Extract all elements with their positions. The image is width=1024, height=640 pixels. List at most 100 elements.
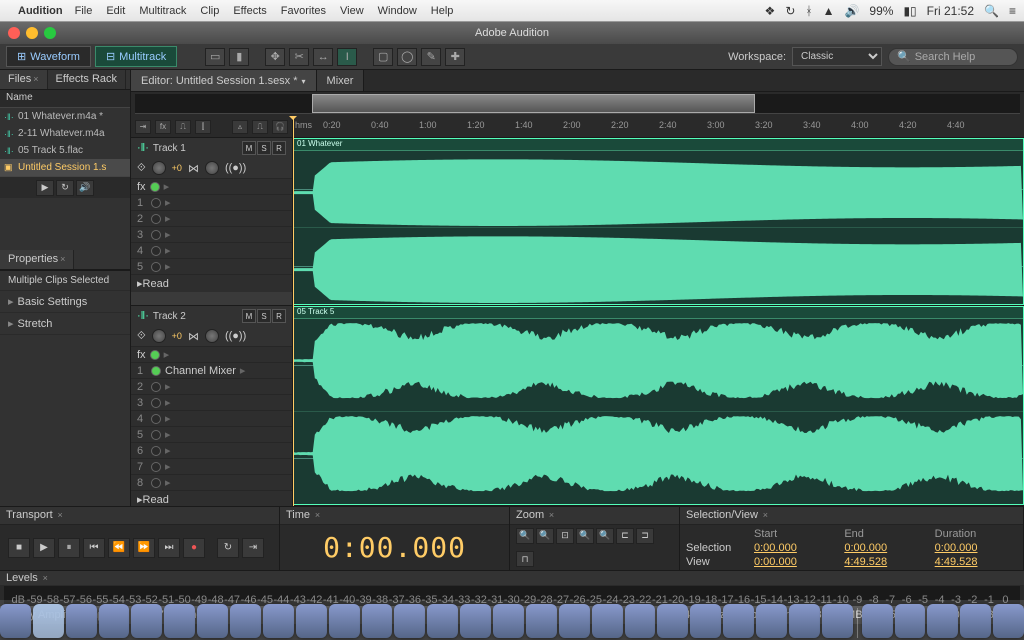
dock-app[interactable] <box>822 604 853 638</box>
audio-clip[interactable]: 01 Whatever <box>293 138 1024 305</box>
track-color-icon[interactable]: ·‖· <box>137 142 149 154</box>
menu-edit[interactable]: Edit <box>106 5 125 17</box>
spectral-toggle-button[interactable]: ▮ <box>229 48 249 66</box>
fx-power-button[interactable] <box>150 350 160 360</box>
go-start-button[interactable]: ⏮ <box>83 538 105 558</box>
move-tool-button[interactable]: ✥ <box>265 48 285 66</box>
zoom-sel-out-button[interactable]: ⊐ <box>636 528 654 544</box>
window-close-button[interactable] <box>8 27 20 39</box>
file-row[interactable]: 05 Track 5.flac <box>0 142 130 159</box>
pause-button[interactable]: ⏸ <box>58 538 80 558</box>
dock-app[interactable] <box>592 604 623 638</box>
file-row[interactable]: 2-11 Whatever.m4a <box>0 125 130 142</box>
headphone-button[interactable]: 🎧 <box>272 120 288 134</box>
dock-app[interactable] <box>559 604 590 638</box>
volume-value[interactable]: +0 <box>172 331 182 341</box>
menu-favorites[interactable]: Favorites <box>281 5 326 17</box>
mixer-tab[interactable]: Mixer <box>317 70 365 91</box>
notification-icon[interactable]: ≡ <box>1009 4 1016 18</box>
record-button[interactable]: R <box>272 309 286 323</box>
basic-settings-row[interactable]: Basic Settings <box>0 291 130 313</box>
effect-name[interactable]: Channel Mixer <box>165 365 236 377</box>
inputs-icon[interactable]: ⇥ <box>135 120 151 134</box>
slot-power-button[interactable] <box>151 262 161 272</box>
dock-app[interactable] <box>460 604 491 638</box>
selection-start[interactable]: 0:00.000 <box>754 542 836 554</box>
volume-value[interactable]: +0 <box>172 163 182 173</box>
dock-app[interactable] <box>789 604 820 638</box>
properties-tab[interactable]: Properties× <box>0 250 74 269</box>
eq-icon[interactable]: ⫿ <box>195 120 211 134</box>
dock-app[interactable] <box>329 604 360 638</box>
dock-app[interactable] <box>690 604 721 638</box>
preview-loop-button[interactable]: ↻ <box>56 180 74 196</box>
window-minimize-button[interactable] <box>26 27 38 39</box>
razor-tool-button[interactable]: ✂ <box>289 48 309 66</box>
rewind-button[interactable]: ⏪ <box>108 538 130 558</box>
volume-knob[interactable] <box>152 329 166 343</box>
dock-app[interactable] <box>33 604 64 638</box>
zoom-out-v-button[interactable]: 🔍 <box>596 528 614 544</box>
heal-tool-button[interactable]: ✚ <box>445 48 465 66</box>
file-row[interactable]: 01 Whatever.m4a * <box>0 108 130 125</box>
view-duration[interactable]: 4:49.528 <box>935 556 1017 568</box>
slot-power-button[interactable] <box>151 462 161 472</box>
mute-button[interactable]: M <box>242 309 256 323</box>
dock-app[interactable] <box>862 604 893 638</box>
battery-label[interactable]: 99% <box>869 4 893 18</box>
dock-app[interactable] <box>657 604 688 638</box>
wifi-icon[interactable]: ▲ <box>823 4 835 18</box>
metronome-button[interactable]: ▵ <box>232 120 248 134</box>
fx-power-button[interactable] <box>150 182 160 192</box>
zoom-out-h-button[interactable]: 🔍 <box>536 528 554 544</box>
forward-button[interactable]: ⏩ <box>133 538 155 558</box>
menu-view[interactable]: View <box>340 5 364 17</box>
preview-play-button[interactable]: ▶ <box>36 180 54 196</box>
zoom-to-sel-button[interactable]: ⊓ <box>516 551 534 567</box>
sync-icon[interactable]: ↻ <box>785 4 795 18</box>
zoom-sel-in-button[interactable]: ⊏ <box>616 528 634 544</box>
fx-icon[interactable]: fx <box>155 120 171 134</box>
time-select-tool-button[interactable]: I <box>337 48 357 66</box>
brush-tool-button[interactable]: ✎ <box>421 48 441 66</box>
dock-app[interactable] <box>66 604 97 638</box>
solo-button[interactable]: S <box>257 141 271 155</box>
track-name[interactable]: Track 2 <box>153 311 238 322</box>
file-row[interactable]: Untitled Session 1.s <box>0 159 130 176</box>
snap-button[interactable]: ⎍ <box>252 120 268 134</box>
dock-app[interactable] <box>230 604 261 638</box>
view-end[interactable]: 4:49.528 <box>844 556 926 568</box>
slot-power-button[interactable] <box>151 246 161 256</box>
menu-multitrack[interactable]: Multitrack <box>139 5 186 17</box>
skip-selection-button[interactable]: ⇥ <box>242 538 264 558</box>
menu-clip[interactable]: Clip <box>200 5 219 17</box>
spotlight-icon[interactable]: 🔍 <box>984 4 999 18</box>
menu-file[interactable]: File <box>75 5 93 17</box>
waveform-mode-button[interactable]: ⊞Waveform <box>6 46 91 67</box>
lasso-tool-button[interactable]: ◯ <box>397 48 417 66</box>
view-start[interactable]: 0:00.000 <box>754 556 836 568</box>
slot-power-button[interactable] <box>151 478 161 488</box>
slot-power-button[interactable] <box>151 398 161 408</box>
slot-power-button[interactable] <box>151 414 161 424</box>
zoom-fit-button[interactable]: ⊡ <box>556 528 574 544</box>
pan-knob[interactable] <box>205 329 219 343</box>
dock-app[interactable] <box>131 604 162 638</box>
dock-app[interactable] <box>197 604 228 638</box>
timeline[interactable]: hms0:200:401:001:201:402:002:202:403:003… <box>293 116 1024 506</box>
overview-bar[interactable] <box>135 94 1020 114</box>
files-tab[interactable]: Files× <box>0 70 48 89</box>
preview-autoplay-button[interactable]: 🔊 <box>76 180 94 196</box>
dock-app[interactable] <box>625 604 656 638</box>
automation-mode[interactable]: Read <box>143 278 169 290</box>
track-name[interactable]: Track 1 <box>153 143 238 154</box>
track-color-icon[interactable]: ·‖· <box>137 310 149 322</box>
effects-rack-tab[interactable]: Effects Rack <box>48 70 127 89</box>
record-button[interactable]: R <box>272 141 286 155</box>
dock-app[interactable] <box>493 604 524 638</box>
mute-button[interactable]: M <box>242 141 256 155</box>
time-ruler[interactable]: hms0:200:401:001:201:402:002:202:403:003… <box>293 116 1024 138</box>
dock-app[interactable] <box>427 604 458 638</box>
record-button[interactable]: ● <box>183 538 205 558</box>
dock-app[interactable] <box>723 604 754 638</box>
